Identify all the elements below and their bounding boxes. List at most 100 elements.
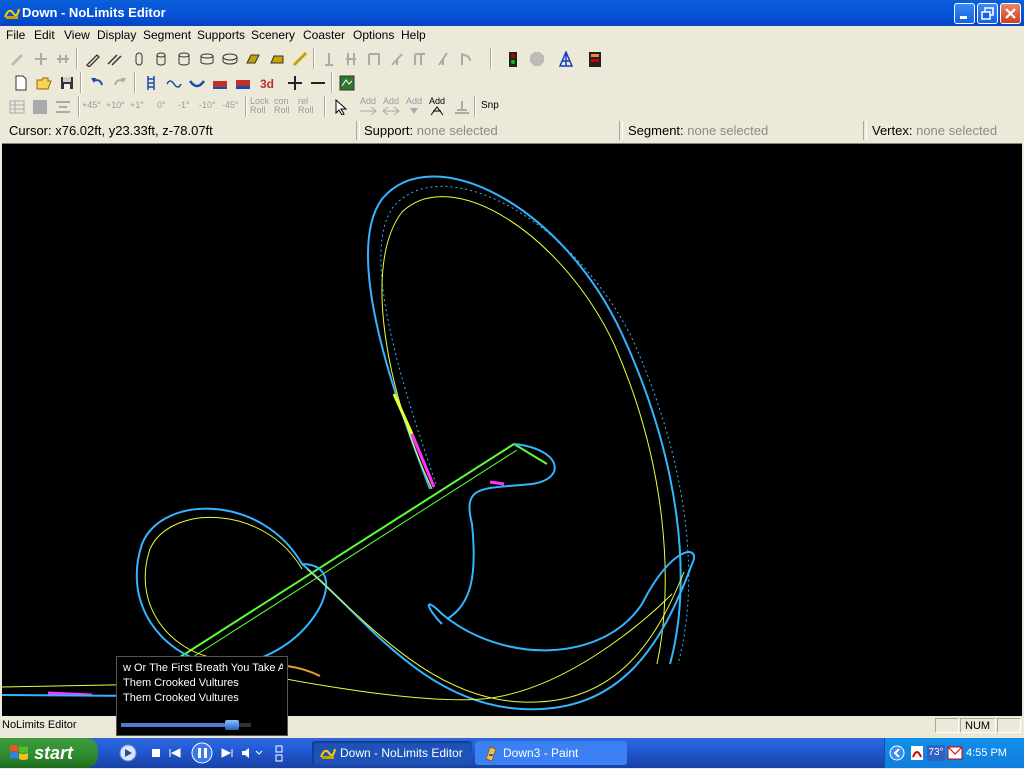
- show-hidden-icons-chevron-icon[interactable]: [889, 745, 905, 761]
- support-tool-3-button[interactable]: [363, 48, 385, 70]
- segment-shape-4-button[interactable]: [196, 48, 218, 70]
- add-node-button[interactable]: Add: [427, 95, 447, 117]
- menu-edit[interactable]: Edit: [34, 28, 55, 42]
- 3d-view-button[interactable]: 3d: [256, 72, 278, 94]
- menu-supports[interactable]: Supports: [197, 28, 245, 42]
- support-tool-1-button[interactable]: [318, 48, 340, 70]
- start-label: start: [34, 743, 74, 763]
- roll-plus45-button[interactable]: +45°: [82, 101, 101, 110]
- block-brake-button[interactable]: [242, 48, 264, 70]
- roll-fill-button[interactable]: [29, 96, 51, 118]
- tower-button[interactable]: [555, 48, 577, 70]
- con-roll-label-2: Roll: [274, 105, 290, 115]
- rel-roll-button[interactable]: rel Roll: [298, 95, 318, 117]
- terrain-icon: [339, 75, 355, 91]
- roll-align-button[interactable]: [52, 96, 74, 118]
- join-tool-button[interactable]: [52, 48, 74, 70]
- status-app-name: NoLimits Editor: [2, 719, 77, 731]
- media-progress-fill: [121, 723, 232, 727]
- support-tool-2-button[interactable]: [340, 48, 362, 70]
- draw-segment-button[interactable]: [82, 48, 104, 70]
- zoom-in-button[interactable]: [284, 72, 306, 94]
- gmail-notifier-icon[interactable]: [947, 745, 963, 761]
- roll-minus10-button[interactable]: -10°: [199, 101, 216, 110]
- segment-shape-3-button[interactable]: [173, 48, 195, 70]
- roll-plus1-button[interactable]: +1°: [130, 101, 144, 110]
- pointer-tool-button[interactable]: [330, 96, 352, 118]
- segment-shape-1-button[interactable]: [128, 48, 150, 70]
- foundation-button[interactable]: [451, 96, 473, 118]
- stop-button[interactable]: [526, 48, 548, 70]
- status-panel-scroll: [997, 718, 1021, 733]
- pdf-reader-icon[interactable]: [909, 745, 925, 761]
- redo-button[interactable]: [109, 72, 131, 94]
- support-tool-6-button[interactable]: [432, 48, 454, 70]
- draw-multi-button[interactable]: [104, 48, 126, 70]
- track-main-loop-outer: [380, 185, 690, 665]
- add-support-button[interactable]: Add: [404, 95, 424, 117]
- menu-coaster[interactable]: Coaster: [303, 28, 345, 42]
- 3d-viewport[interactable]: [1, 143, 1022, 716]
- station-button[interactable]: [266, 48, 288, 70]
- pencil-icon: [86, 54, 100, 67]
- undo-button[interactable]: [86, 72, 108, 94]
- track-segment-yellow: [392, 393, 414, 435]
- con-roll-button[interactable]: con Roll: [274, 95, 294, 117]
- split-tool-button[interactable]: [30, 48, 52, 70]
- spline-view-button[interactable]: [163, 72, 185, 94]
- restore-button[interactable]: [977, 3, 998, 24]
- roll-minus45-button[interactable]: -45°: [222, 101, 239, 110]
- terrain-button[interactable]: [336, 72, 358, 94]
- system-clock[interactable]: 4:55 PM: [966, 747, 1007, 759]
- segment-shape-2-button[interactable]: [150, 48, 172, 70]
- menu-help[interactable]: Help: [401, 28, 426, 42]
- lock-roll-label-2: Roll: [250, 105, 266, 115]
- roll-zero-button[interactable]: 0°: [157, 101, 166, 110]
- lift-button[interactable]: [289, 48, 311, 70]
- open-file-button[interactable]: [33, 72, 55, 94]
- support-disabled-icon: [414, 53, 425, 65]
- weather-temperature[interactable]: 73°: [927, 745, 945, 761]
- add-segment-icon: [382, 106, 400, 116]
- track-view-button[interactable]: [140, 72, 162, 94]
- segment-shape-5-button[interactable]: [219, 48, 241, 70]
- snap-button[interactable]: Snp: [481, 101, 499, 111]
- close-button[interactable]: [1000, 3, 1021, 24]
- scenery-object-button[interactable]: [584, 48, 606, 70]
- save-file-button[interactable]: [56, 72, 78, 94]
- start-button[interactable]: start: [0, 738, 98, 768]
- menu-options[interactable]: Options: [353, 28, 394, 42]
- zoom-out-button[interactable]: [307, 72, 329, 94]
- toolbar-separator: [80, 72, 82, 93]
- taskbar-item-nolimits[interactable]: Down - NoLimits Editor: [312, 741, 472, 765]
- menu-scenery[interactable]: Scenery: [251, 28, 295, 42]
- minimize-button[interactable]: [954, 3, 975, 24]
- media-progress-track[interactable]: [121, 720, 251, 730]
- support-tool-4-button[interactable]: [386, 48, 408, 70]
- menu-display[interactable]: Display: [97, 28, 136, 42]
- support-tool-7-button[interactable]: [455, 48, 477, 70]
- menu-view[interactable]: View: [64, 28, 90, 42]
- add-vertex-button[interactable]: Add: [358, 95, 378, 117]
- roll-minus1-button[interactable]: -1°: [178, 101, 190, 110]
- roll-graph-button[interactable]: [6, 96, 28, 118]
- lock-roll-button[interactable]: Lock Roll: [250, 95, 270, 117]
- media-progress-thumb[interactable]: [225, 720, 239, 730]
- add-segment-button[interactable]: Add: [381, 95, 401, 117]
- taskbar-item-paint[interactable]: Down3 - Paint: [475, 741, 627, 765]
- support-status-label: Support:: [364, 123, 414, 138]
- media-stop-icon: [152, 749, 160, 757]
- support-tool-5-button[interactable]: [409, 48, 431, 70]
- roll-plus10-button[interactable]: +10°: [106, 101, 125, 110]
- segment-select-tool-button[interactable]: [6, 48, 28, 70]
- new-file-button[interactable]: [10, 72, 32, 94]
- media-player-popup[interactable]: w Or The First Breath You Take A Them Cr…: [116, 656, 288, 736]
- train-run-button[interactable]: [232, 72, 254, 94]
- minimize-icon: [960, 16, 967, 19]
- status-panel-num: NUM: [960, 718, 996, 733]
- traffic-light-button[interactable]: [502, 48, 524, 70]
- curve-view-button[interactable]: [186, 72, 208, 94]
- menu-segment[interactable]: Segment: [143, 28, 191, 42]
- menu-file[interactable]: File: [6, 28, 25, 42]
- train-view-button[interactable]: [209, 72, 231, 94]
